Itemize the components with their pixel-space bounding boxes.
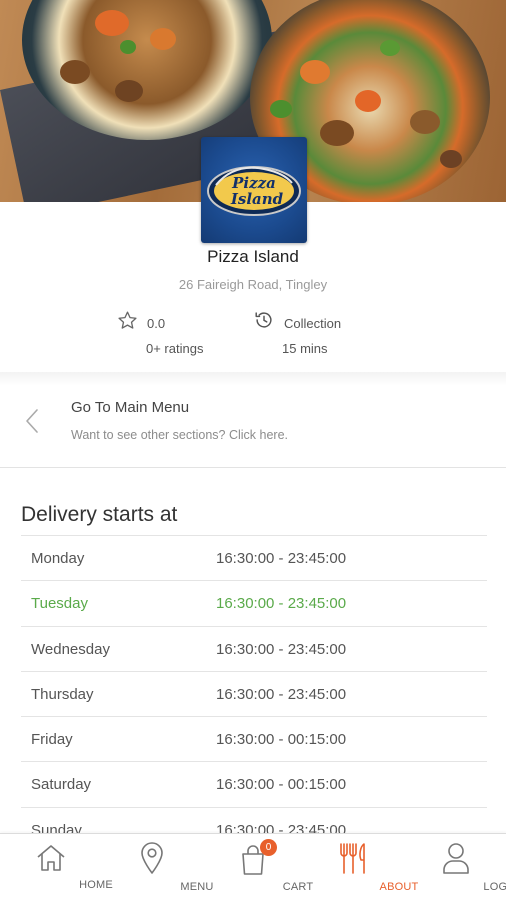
wait-time: 15 mins [282, 341, 328, 356]
hours-row-thursday: Thursday 16:30:00 - 23:45:00 [21, 670, 487, 716]
pizza-island-logo-icon: Pizza Island [207, 166, 301, 216]
delivery-heading: Delivery starts at [21, 503, 178, 526]
svg-text:Island: Island [230, 190, 284, 208]
day-label: Saturday [31, 776, 92, 794]
hours-row-tuesday: Tuesday 16:30:00 - 23:45:00 [21, 580, 487, 625]
hours-row-sunday: Sunday 16:30:00 - 23:45:00 [21, 806, 487, 833]
star-icon [118, 311, 137, 329]
clock-history-icon [255, 312, 272, 328]
nav-menu[interactable]: MENU [107, 834, 213, 900]
bottom-navigation: HOME MENU 0 CART ABOUT LOGIN [0, 833, 506, 900]
restaurant-name: Pizza Island [207, 247, 299, 266]
day-label: Tuesday [31, 595, 88, 613]
time-range: 16:30:00 - 00:15:00 [216, 776, 347, 794]
cutlery-icon [340, 843, 365, 874]
hours-row-saturday: Saturday 16:30:00 - 00:15:00 [21, 761, 487, 806]
day-label: Thursday [31, 685, 94, 703]
nav-login[interactable]: LOGIN [411, 834, 506, 900]
hours-row-wednesday: Wednesday 16:30:00 - 23:45:00 [21, 625, 487, 671]
main-menu-subtitle: Want to see other sections? Click here. [71, 428, 288, 442]
chevron-left-icon [26, 409, 38, 433]
time-range: 16:30:00 - 23:45:00 [216, 685, 347, 703]
time-range: 16:30:00 - 23:45:00 [216, 550, 347, 567]
day-label: Sunday [31, 821, 82, 833]
rating-value: 0.0 [147, 316, 166, 331]
day-label: Monday [31, 550, 85, 567]
time-range: 16:30:00 - 23:45:00 [216, 821, 347, 833]
nav-home[interactable]: HOME [6, 834, 113, 900]
go-to-main-menu-link[interactable]: Go To Main Menu Want to see other sectio… [0, 372, 506, 468]
nav-login-label: LOGIN [483, 881, 506, 893]
day-label: Wednesday [31, 640, 110, 658]
cart-count-badge: 0 [260, 839, 277, 856]
time-range: 16:30:00 - 23:45:00 [216, 595, 347, 613]
nav-cart[interactable]: 0 CART [208, 834, 313, 900]
day-label: Friday [31, 731, 73, 749]
ratings-count: 0+ ratings [146, 341, 204, 356]
user-icon [443, 843, 469, 874]
main-menu-title: Go To Main Menu [71, 399, 190, 416]
delivery-hours-table: Monday 16:30:00 - 23:45:00 Tuesday 16:30… [21, 535, 487, 833]
map-pin-icon [141, 842, 163, 874]
restaurant-address: 26 Faireigh Road, Tingley [178, 277, 328, 292]
time-range: 16:30:00 - 00:15:00 [216, 731, 347, 749]
order-mode: Collection [284, 316, 342, 331]
home-icon [37, 845, 65, 871]
hours-row-friday: Friday 16:30:00 - 00:15:00 [21, 716, 487, 761]
time-range: 16:30:00 - 23:45:00 [216, 640, 347, 658]
restaurant-logo: Pizza Island [201, 137, 307, 243]
nav-about[interactable]: ABOUT [309, 834, 418, 900]
hours-row-monday: Monday 16:30:00 - 23:45:00 [21, 535, 487, 580]
